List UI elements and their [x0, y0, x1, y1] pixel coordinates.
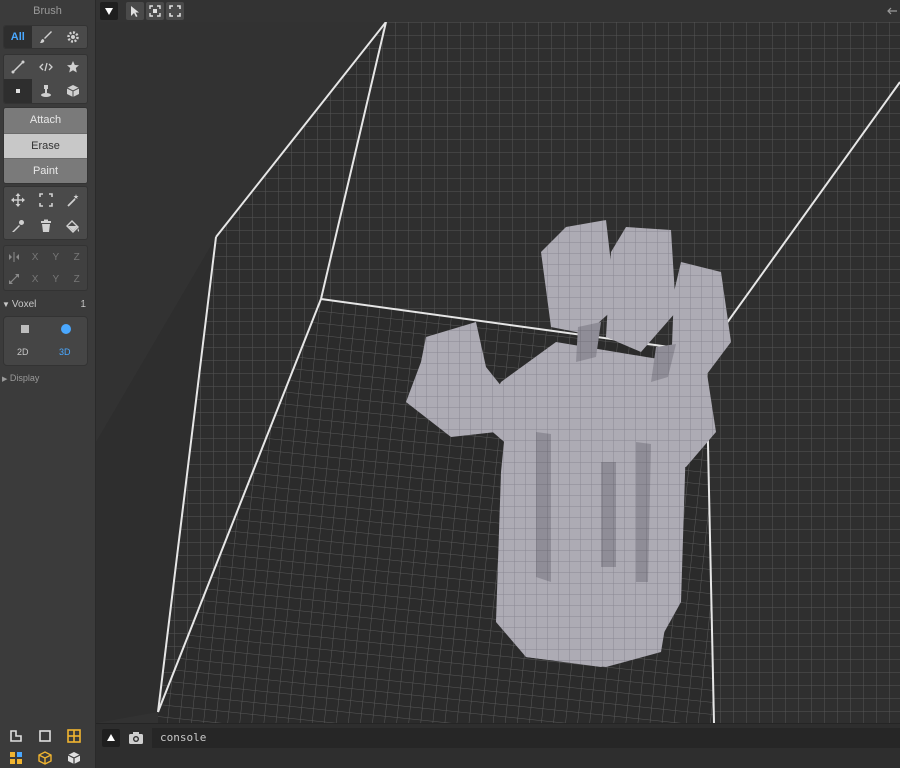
- extrude-tool[interactable]: [32, 79, 60, 103]
- favorite-tool[interactable]: [59, 55, 87, 79]
- square-icon: [15, 89, 20, 93]
- display-section[interactable]: ▶ Display: [0, 373, 92, 387]
- scale-z[interactable]: Z: [66, 268, 87, 290]
- circle-dot-icon[interactable]: [61, 324, 71, 334]
- mirror-y[interactable]: Y: [46, 246, 67, 268]
- scale-x[interactable]: X: [25, 268, 46, 290]
- fill-tool[interactable]: [59, 213, 87, 239]
- scale-y[interactable]: Y: [46, 268, 67, 290]
- stepper-icon[interactable]: ⇕: [80, 300, 86, 308]
- grid-icon[interactable]: [67, 729, 81, 743]
- mirror-x[interactable]: X: [25, 246, 46, 268]
- star-icon: [67, 61, 80, 73]
- viewport-toolbar: [96, 0, 900, 22]
- mode-3d[interactable]: 3D: [59, 347, 71, 357]
- square-dot-icon[interactable]: [21, 325, 29, 333]
- tab-brush[interactable]: [32, 26, 60, 48]
- triangle-down-icon: [105, 8, 113, 15]
- mirror-icon: [9, 252, 20, 262]
- edit-tools: [3, 186, 88, 240]
- move-tool[interactable]: [4, 187, 32, 213]
- move-icon: [10, 193, 25, 207]
- objects-icon[interactable]: [9, 751, 23, 765]
- delete-tool[interactable]: [32, 213, 60, 239]
- camera-icon[interactable]: [128, 731, 144, 745]
- erase-button[interactable]: Erase: [4, 133, 87, 158]
- cube-outline-icon[interactable]: [38, 751, 52, 765]
- expand-triangle-icon: ▶: [2, 376, 8, 383]
- single-voxel-tool[interactable]: [4, 79, 32, 103]
- gear-icon: [67, 31, 79, 43]
- sidebar: Brush All Attach Erase Paint X Y Z X Y Z…: [0, 0, 96, 768]
- attach-button[interactable]: Attach: [4, 108, 87, 133]
- console-toggle-button[interactable]: [102, 729, 120, 747]
- mirror-axis-tools: X Y Z X Y Z: [3, 245, 88, 291]
- trash-icon: [40, 219, 51, 232]
- selection-icon: [38, 193, 53, 207]
- console-input[interactable]: console: [152, 728, 900, 748]
- line-icon: [11, 60, 25, 74]
- collapse-triangle-icon[interactable]: ▼: [2, 300, 10, 309]
- frame-icon[interactable]: [38, 729, 52, 743]
- cube-icon: [66, 85, 80, 97]
- frame-select-icon: [149, 5, 161, 17]
- resize-icon: [9, 274, 20, 284]
- select-tool[interactable]: [32, 187, 60, 213]
- triangle-up-icon: [107, 734, 115, 741]
- voxel-size-row: ▼ Voxel 1 ⇕: [0, 296, 92, 312]
- fit-view-button[interactable]: [166, 2, 184, 20]
- console-bar: console: [96, 723, 900, 768]
- filter-tabs: All: [3, 25, 88, 49]
- paint-bucket-icon: [66, 220, 80, 233]
- code-icon: [38, 62, 53, 72]
- panel-title: Brush: [33, 5, 62, 17]
- eyedropper-icon: [11, 220, 24, 232]
- brush-icon: [39, 31, 52, 43]
- line-tool[interactable]: [4, 55, 32, 79]
- arrow-left-icon[interactable]: [886, 6, 898, 16]
- 3d-viewport[interactable]: [96, 22, 900, 723]
- frame-select-button[interactable]: [146, 2, 164, 20]
- mode-2d[interactable]: 2D: [17, 347, 29, 357]
- tab-all[interactable]: All: [4, 26, 32, 48]
- magic-wand-tool[interactable]: [59, 187, 87, 213]
- menu-toggle-button[interactable]: [100, 2, 118, 20]
- code-tool[interactable]: [32, 55, 60, 79]
- cursor-icon: [131, 6, 139, 17]
- eyedropper-tool[interactable]: [4, 213, 32, 239]
- paint-button[interactable]: Paint: [4, 158, 87, 183]
- pointer-button[interactable]: [126, 2, 144, 20]
- pin-icon: [40, 85, 51, 97]
- tab-settings[interactable]: [59, 26, 87, 48]
- mirror-z[interactable]: Z: [66, 246, 87, 268]
- magic-wand-icon: [67, 194, 79, 207]
- scene-canvas[interactable]: [96, 22, 900, 723]
- mirror-tool[interactable]: [4, 246, 25, 268]
- display-label: Display: [9, 373, 40, 383]
- expand-icon: [169, 5, 181, 17]
- dimension-toggle: 2D 3D: [3, 316, 88, 366]
- shape-tools: [3, 54, 88, 104]
- model-icon[interactable]: [67, 751, 81, 765]
- voxel-label: Voxel: [11, 298, 37, 310]
- scale-tool[interactable]: [4, 268, 25, 290]
- mode-buttons: Attach Erase Paint: [3, 107, 88, 184]
- layout-icon[interactable]: [9, 729, 23, 743]
- box-tool[interactable]: [59, 79, 87, 103]
